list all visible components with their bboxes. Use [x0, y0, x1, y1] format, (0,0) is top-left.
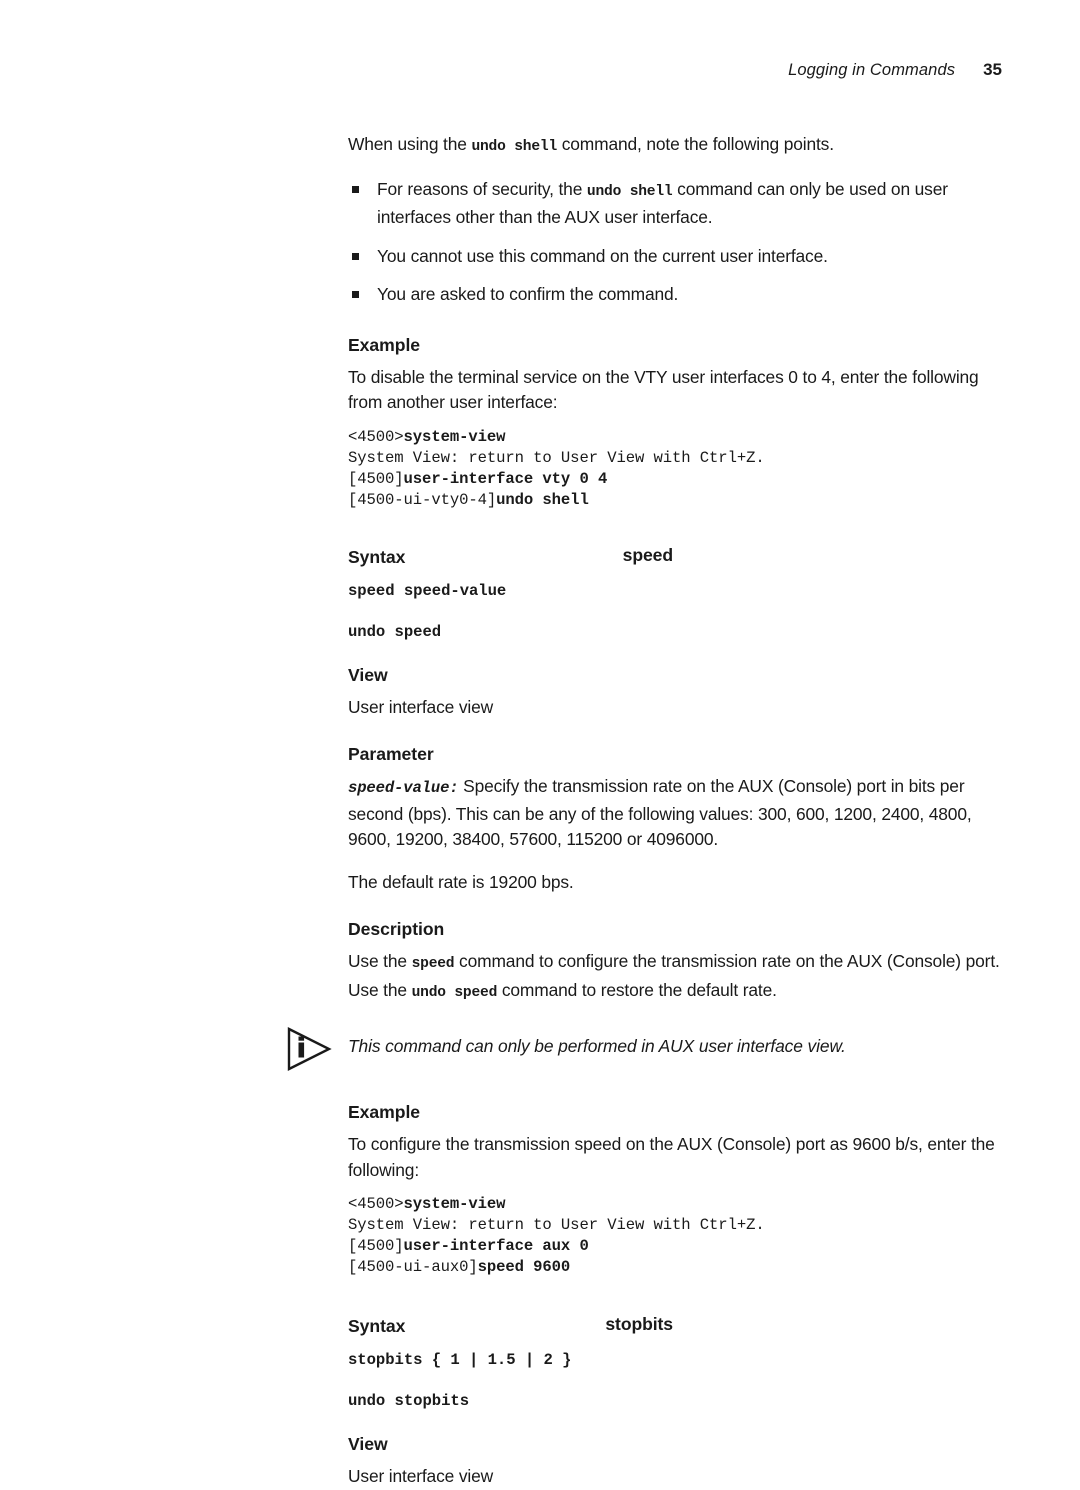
heading-parameter-speed: Parameter	[348, 744, 434, 764]
list-item: You cannot use this command on the curre…	[348, 244, 1009, 270]
view-text-speed: User interface view	[348, 696, 494, 717]
command-section-stopbits: stopbits Syntax	[348, 1314, 1003, 1338]
content-column: When using the undo shell command, note …	[287, 132, 1003, 1490]
default-rate-text: The default rate is 19200 bps.	[348, 871, 574, 892]
square-bullet-icon	[352, 185, 359, 193]
note-text: This command can only be performed in AU…	[348, 1036, 846, 1056]
code-line: [4500-ui-vty0-4]undo shell	[348, 490, 1003, 511]
example-speed-intro: To configure the transmission speed on t…	[348, 1134, 995, 1180]
heading-example-speed: Example	[348, 1102, 421, 1122]
margin-label-speed: speed	[622, 544, 673, 565]
code-command: system-view	[403, 427, 506, 446]
code-line: <4500>system-view	[348, 427, 1003, 448]
code-command: user-interface aux 0	[403, 1237, 589, 1255]
margin-label-stopbits: stopbits	[605, 1314, 673, 1334]
command-section-speed: speed Syntax	[348, 545, 1003, 569]
syntax-line-undo-stopbits: undo stopbits	[348, 1392, 470, 1410]
heading-example-shell: Example	[348, 334, 421, 355]
code-prompt: [4500]	[348, 1237, 404, 1255]
intro-paragraph: When using the undo shell command, note …	[348, 132, 1003, 161]
points-list: For reasons of security, the undo shell …	[348, 177, 1003, 308]
view-text-stopbits: User interface view	[348, 1466, 494, 1486]
square-bullet-icon	[352, 252, 359, 260]
intro-before: When using the	[348, 134, 472, 154]
desc-code-undo-speed: undo speed	[411, 984, 498, 1001]
code-line: <4500>system-view	[348, 1194, 1003, 1215]
code-command: undo shell	[496, 490, 589, 509]
code-prompt: [4500]	[348, 469, 404, 488]
document-page: Logging in Commands 35 When using the und…	[0, 0, 1080, 1486]
desc-seg-3: command to restore the default rate.	[497, 979, 777, 1000]
code-prompt: <4500>	[348, 1195, 404, 1213]
code-block-undo-shell: <4500>system-view System View: return to…	[348, 427, 1003, 511]
running-header: Logging in Commands 35	[0, 60, 1002, 80]
code-command: user-interface vty 0 4	[403, 469, 608, 488]
bullet-text-before: You are asked to confirm the command.	[377, 284, 679, 304]
bullet-inline-code: undo shell	[586, 183, 673, 200]
code-block-speed: <4500>system-view System View: return to…	[348, 1194, 1003, 1278]
list-item: For reasons of security, the undo shell …	[348, 177, 1009, 231]
page-number: 35	[983, 60, 1002, 79]
bullet-text-before: For reasons of security, the	[377, 178, 587, 199]
example-shell-intro: To disable the terminal service on the V…	[348, 366, 979, 413]
syntax-line-undo-speed: undo speed	[348, 622, 442, 641]
code-line: [4500-ui-aux0]speed 9600	[348, 1257, 1003, 1278]
code-prompt: System View: return to User View with Ct…	[348, 1216, 765, 1234]
syntax-line-stopbits: stopbits { 1 | 1.5 | 2 }	[348, 1351, 572, 1369]
info-triangle-icon	[287, 1027, 332, 1071]
code-prompt: System View: return to User View with Ct…	[348, 448, 765, 467]
code-command: speed 9600	[477, 1258, 571, 1276]
list-item: You are asked to confirm the command.	[348, 282, 1009, 308]
code-line: System View: return to User View with Ct…	[348, 448, 1003, 469]
note-callout: This command can only be performed in AU…	[287, 1027, 1003, 1080]
code-prompt: <4500>	[348, 427, 404, 446]
heading-view-speed: View	[348, 664, 388, 685]
desc-seg-1: Use the	[348, 951, 412, 971]
code-command: system-view	[403, 1195, 506, 1213]
code-line: System View: return to User View with Ct…	[348, 1215, 1003, 1236]
code-line: [4500]user-interface vty 0 4	[348, 469, 1003, 490]
parameter-paragraph-speed: speed-value: Specify the transmission ra…	[348, 774, 1003, 853]
description-paragraph-speed: Use the speed command to configure the t…	[348, 949, 1003, 1006]
code-prompt: [4500-ui-aux0]	[348, 1258, 478, 1276]
heading-view-stopbits: View	[348, 1434, 388, 1454]
square-bullet-icon	[352, 291, 359, 298]
header-title: Logging in Commands	[788, 61, 956, 79]
syntax-line-speed: speed speed-value	[348, 581, 507, 600]
code-line: [4500]user-interface aux 0	[348, 1236, 1003, 1257]
desc-code-speed: speed	[411, 956, 455, 972]
bullet-text-before: You cannot use this command on the curre…	[377, 245, 828, 266]
intro-code: undo shell	[471, 139, 558, 155]
code-prompt: [4500-ui-vty0-4]	[348, 490, 497, 509]
parameter-term: speed-value:	[348, 779, 459, 797]
intro-after: command, note the following points.	[557, 134, 834, 154]
heading-description-speed: Description	[348, 919, 445, 939]
